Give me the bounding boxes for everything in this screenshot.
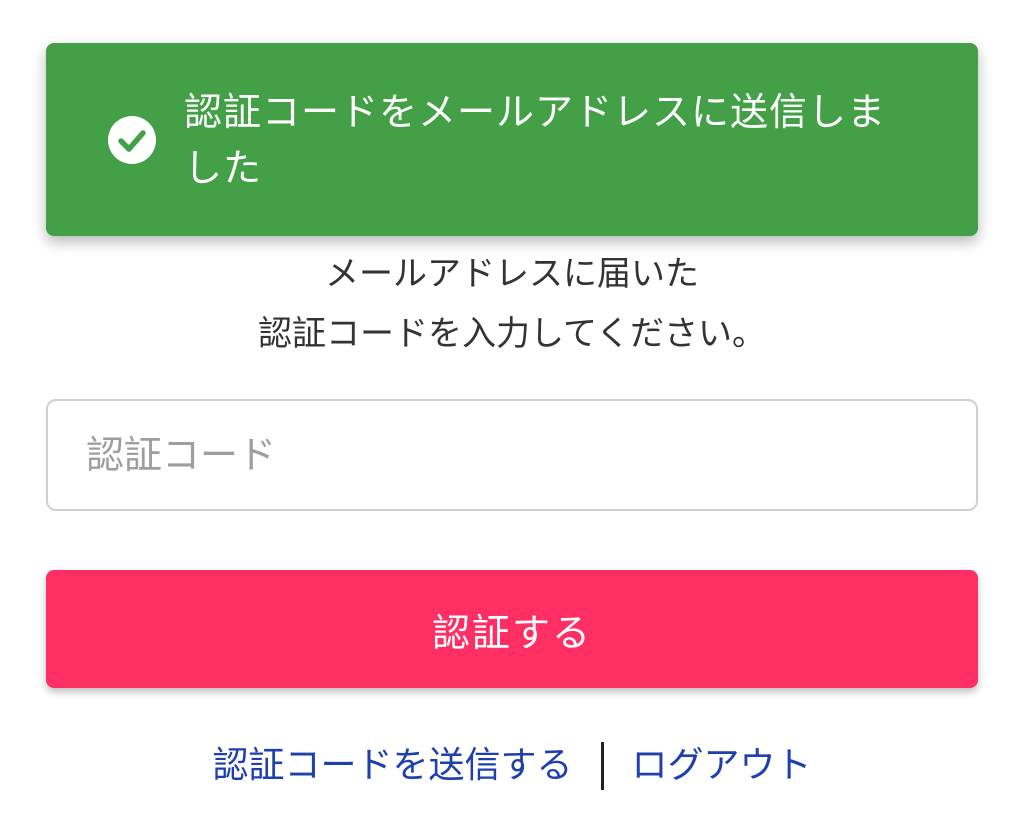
- instruction-line-1: メールアドレスに届いた: [325, 254, 699, 294]
- toast-message: 認証コードをメールアドレスに送信しました: [184, 89, 887, 190]
- success-toast: 認証コードをメールアドレスに送信しました: [46, 43, 978, 236]
- instruction-line-2: 認証コードを入力してください。: [258, 314, 766, 354]
- instruction-text: メールアドレスに届いた 認証コードを入力してください。: [0, 244, 1024, 364]
- resend-code-link[interactable]: 認証コードを送信する: [212, 736, 572, 796]
- link-divider: [600, 742, 604, 790]
- check-circle-icon: [108, 115, 156, 164]
- footer-links: 認証コードを送信する ログアウト: [0, 736, 1024, 796]
- logout-link[interactable]: ログアウト: [632, 736, 812, 796]
- verify-button[interactable]: 認証する: [46, 570, 978, 688]
- verification-code-input[interactable]: [46, 399, 978, 511]
